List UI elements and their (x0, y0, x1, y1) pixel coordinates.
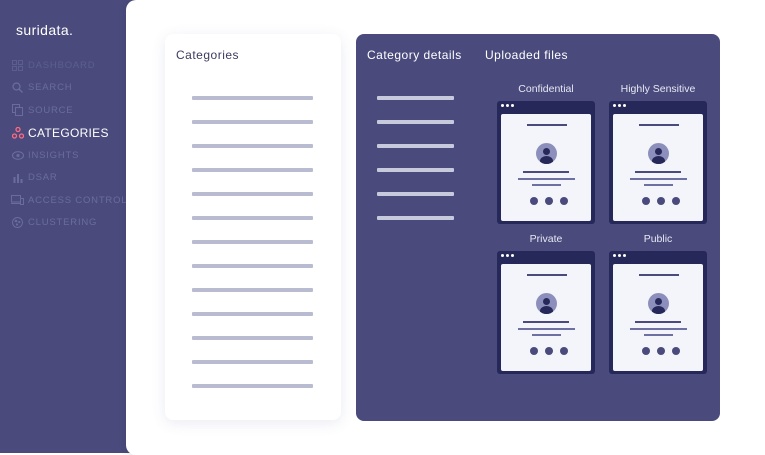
categories-title: Categories (176, 48, 240, 62)
user-avatar-icon (648, 143, 669, 164)
file-card-confidential[interactable] (497, 101, 595, 224)
grid-icon (11, 59, 24, 72)
sidebar-item-label: ACCESS CONTROL (28, 194, 128, 206)
category-placeholder-row[interactable] (192, 168, 313, 172)
file-label-public: Public (643, 233, 673, 245)
document-preview (501, 114, 591, 221)
category-placeholder-row[interactable] (192, 288, 313, 292)
sidebar-item-search[interactable]: SEARCH (11, 77, 136, 100)
categories-panel: Categories (165, 34, 341, 420)
sidebar-item-dashboard[interactable]: DASHBOARD (11, 54, 136, 77)
detail-placeholder-row (377, 96, 454, 100)
sidebar-item-label: CLUSTERING (28, 217, 98, 229)
file-label-private: Private (529, 233, 563, 245)
window-dots-icon (501, 104, 514, 107)
window-dots-icon (613, 104, 626, 107)
document-preview (613, 264, 703, 371)
triangle-nodes-icon (11, 126, 24, 139)
detail-placeholder-row (377, 192, 454, 196)
category-placeholder-row[interactable] (192, 216, 313, 220)
tab-uploaded-files[interactable]: Uploaded files (485, 48, 568, 62)
sidebar-item-insights[interactable]: INSIGHTS (11, 144, 136, 167)
sidebar: suridata. DASHBOARD SEARCH SOURCE CATEGO… (0, 0, 140, 453)
user-avatar-icon (536, 293, 557, 314)
category-placeholder-row[interactable] (192, 360, 313, 364)
document-preview (501, 264, 591, 371)
detail-placeholder-row (377, 168, 454, 172)
search-icon (11, 81, 24, 94)
sidebar-item-clustering[interactable]: CLUSTERING (11, 212, 136, 235)
file-card-private[interactable] (497, 251, 595, 374)
sidebar-item-source[interactable]: SOURCE (11, 99, 136, 122)
bar-chart-icon (11, 171, 24, 184)
user-avatar-icon (536, 143, 557, 164)
window-dots-icon (501, 254, 514, 257)
tab-category-details[interactable]: Category details (367, 48, 462, 62)
devices-icon (11, 194, 24, 207)
detail-placeholder-row (377, 216, 454, 220)
category-placeholder-row[interactable] (192, 264, 313, 268)
category-details-panel: Category details Uploaded files Confiden… (356, 34, 720, 421)
sidebar-item-categories[interactable]: CATEGORIES (11, 122, 136, 145)
category-placeholder-row[interactable] (192, 312, 313, 316)
category-placeholder-row[interactable] (192, 144, 313, 148)
file-card-highly-sensitive[interactable] (609, 101, 707, 224)
sidebar-item-access-control[interactable]: ACCESS CONTROL (11, 189, 136, 212)
file-label-highly-sensitive: Highly Sensitive (620, 83, 696, 95)
sidebar-item-label: SEARCH (28, 82, 73, 94)
document-preview (613, 114, 703, 221)
category-placeholder-row[interactable] (192, 96, 313, 100)
sidebar-item-label: SOURCE (28, 104, 74, 116)
file-card-public[interactable] (609, 251, 707, 374)
sidebar-item-label: CATEGORIES (28, 125, 109, 140)
category-placeholder-row[interactable] (192, 240, 313, 244)
detail-placeholder-row (377, 144, 454, 148)
copy-icon (11, 104, 24, 117)
window-dots-icon (613, 254, 626, 257)
sidebar-item-label: DSAR (28, 172, 58, 184)
brand-logo[interactable]: suridata. (16, 22, 73, 38)
eye-icon (11, 149, 24, 162)
category-placeholder-row[interactable] (192, 336, 313, 340)
cluster-icon (11, 216, 24, 229)
category-placeholder-row[interactable] (192, 384, 313, 388)
file-label-confidential: Confidential (518, 83, 574, 95)
sidebar-item-label: INSIGHTS (28, 149, 80, 161)
sidebar-item-dsar[interactable]: DSAR (11, 167, 136, 190)
user-avatar-icon (648, 293, 669, 314)
sidebar-item-label: DASHBOARD (28, 59, 96, 71)
sidebar-nav: DASHBOARD SEARCH SOURCE CATEGORIES INSIG… (11, 54, 136, 234)
category-placeholder-row[interactable] (192, 192, 313, 196)
detail-placeholder-row (377, 120, 454, 124)
category-placeholder-row[interactable] (192, 120, 313, 124)
